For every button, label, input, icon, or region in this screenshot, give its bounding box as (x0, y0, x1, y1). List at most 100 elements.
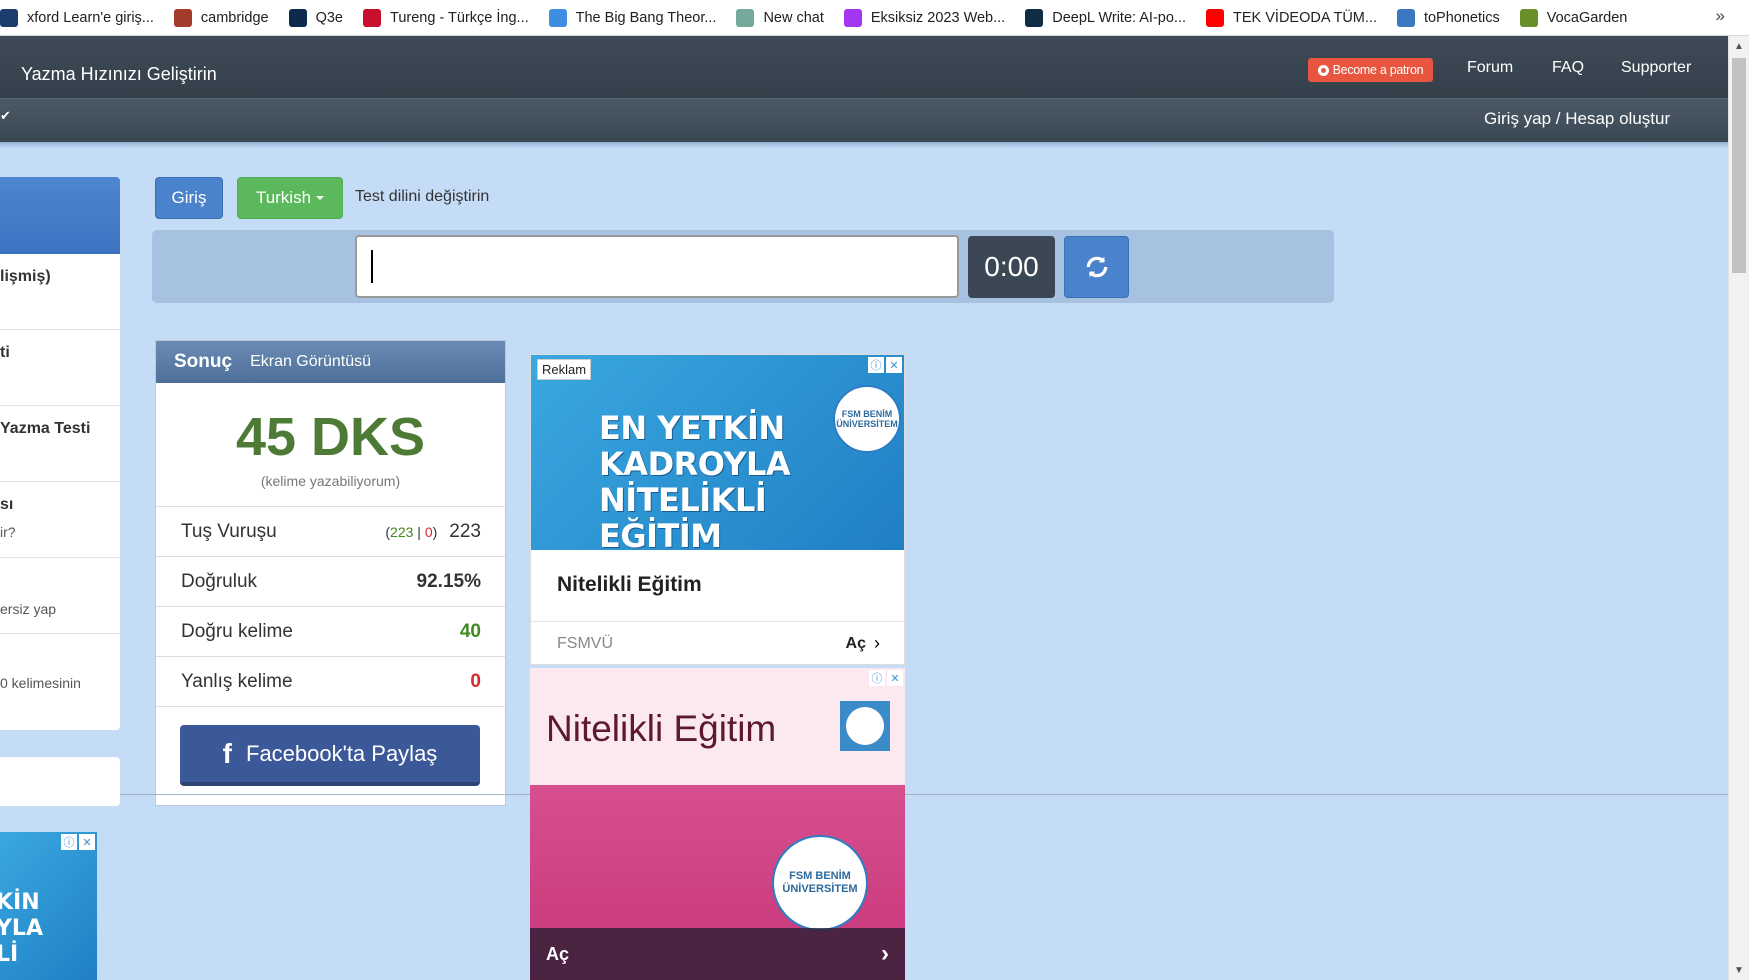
keystrokes-total: 223 (449, 520, 481, 542)
sidebar-item[interactable]: 0 kelimesinin (0, 634, 120, 710)
result-header: Sonuç Ekran Görüntüsü (156, 341, 505, 383)
restart-button[interactable] (1064, 236, 1129, 298)
university-logo-small (840, 701, 890, 751)
keystrokes-correct: 223 (390, 523, 414, 540)
keystrokes-sep: | (413, 523, 425, 540)
facebook-share-button[interactable]: f Facebook'ta Paylaş (180, 725, 480, 786)
bookmark-item[interactable]: Eksiksiz 2023 Web... (843, 8, 1006, 27)
ad-title[interactable]: Nitelikli Eğitim (546, 708, 776, 750)
scroll-up-icon[interactable]: ▲ (1734, 41, 1744, 52)
deepl-icon (1025, 8, 1044, 27)
close-icon[interactable]: ✕ (886, 357, 902, 373)
bookmark-item[interactable]: TEK VİDEODA TÜM... (1206, 8, 1377, 27)
sidebar-item[interactable]: ersiz yap (0, 558, 120, 634)
ad-footer[interactable]: FSMVÜ Aç › (531, 621, 904, 664)
ad-title[interactable]: Nitelikli Eğitim (557, 573, 702, 597)
typing-input[interactable] (355, 235, 959, 298)
wpm-value: 45 DKS (235, 407, 426, 467)
navbar-shadow (0, 142, 1728, 148)
scroll-down-icon[interactable]: ▼ (1734, 965, 1744, 976)
leaf-icon (1519, 8, 1538, 27)
bookmark-label: The Big Bang Theor... (575, 9, 717, 26)
correct-words-row: Doğru kelime 40 (156, 607, 505, 657)
correct-words-value: 40 (459, 620, 481, 642)
nav-link-supporter[interactable]: Supporter (1621, 59, 1691, 77)
sidebar-item-sub: 0 kelimesinin (0, 675, 81, 691)
nav-link-forum[interactable]: Forum (1467, 59, 1513, 77)
ad-info-icon[interactable]: ⓘ (61, 834, 77, 850)
sidebar-header (0, 177, 120, 254)
bookmark-label: DeepL Write: AI-po... (1052, 9, 1187, 26)
screenshot-tab[interactable]: Ekran Görüntüsü (250, 353, 371, 371)
sidebar-item[interactable]: Yazma Testi (0, 406, 120, 482)
wrong-words-row: Yanlış kelime 0 (156, 657, 505, 707)
ad-badge: Reklam (537, 359, 592, 380)
ad-card-3[interactable]: KİN YLA Lİ ⓘ ✕ (0, 832, 97, 980)
cambridge-shield-icon (173, 8, 192, 27)
result-panel: Sonuç Ekran Görüntüsü 45 DKS (kelime yaz… (155, 340, 506, 806)
close-icon[interactable]: ✕ (887, 670, 903, 686)
bookmarks-more-icon[interactable]: » (1716, 6, 1725, 26)
ad-card-2[interactable]: ⓘ ✕ Nitelikli Eğitim FSM BENİM ÜNİVERSİT… (530, 668, 905, 980)
wrong-words-label: Yanlış kelime (181, 670, 293, 692)
bookmark-item[interactable]: VocaGarden (1519, 8, 1628, 27)
page-scrollbar[interactable]: ▲ ▼ (1728, 36, 1749, 980)
bookmark-label: Q3e (315, 9, 344, 26)
scroll-thumb[interactable] (1732, 58, 1746, 273)
language-hint: Test dilini değiştirin (355, 188, 490, 205)
ad-info-icon[interactable]: ⓘ (869, 670, 885, 686)
bookmark-item[interactable]: xford Learn'e giriş... (0, 8, 154, 27)
chevron-right-icon: › (874, 633, 880, 653)
ad-image[interactable]: EN YETKİN KADROYLA NİTELİKLİ EĞİTİM VERİ… (531, 355, 904, 550)
accuracy-row: Doğruluk 92.15% (156, 557, 505, 607)
tureng-icon (363, 8, 382, 27)
wpm-box: 45 DKS (kelime yazabiliyorum) (156, 383, 505, 507)
bookmark-item[interactable]: Tureng - Türkçe İng... (363, 8, 529, 27)
sidebar-item-label: lişmiş) (0, 268, 51, 285)
ad-source: FSMVÜ (557, 634, 613, 652)
sidebar-secondary-box (0, 757, 120, 806)
bookmark-item[interactable]: Q3e (288, 8, 344, 27)
bookmark-label: VocaGarden (1546, 9, 1628, 26)
login-button[interactable]: Giriş (155, 177, 223, 219)
accuracy-label: Doğruluk (181, 570, 258, 592)
chevron-down-icon[interactable]: ✔ (0, 108, 11, 124)
become-patron-button[interactable]: Become a patron (1308, 58, 1433, 82)
ad-card-1[interactable]: EN YETKİN KADROYLA NİTELİKLİ EĞİTİM VERİ… (530, 354, 905, 665)
bookmark-item[interactable]: DeepL Write: AI-po... (1025, 8, 1187, 27)
login-register-link[interactable]: Giriş yap / Hesap oluştur (1484, 109, 1670, 129)
ad-action-bar[interactable]: Aç › (530, 928, 905, 980)
sidebar-item[interactable]: ti (0, 330, 120, 406)
ad-open-label: Aç (845, 634, 866, 652)
site-brand[interactable]: Yazma Hızınızı Geliştirin (21, 64, 217, 85)
timer: 0:00 (968, 236, 1055, 298)
ad-headline: EN YETKİN KADROYLA NİTELİKLİ EĞİTİM VERİ… (599, 409, 791, 550)
close-icon[interactable]: ✕ (79, 834, 95, 850)
chevron-right-icon: › (881, 940, 889, 967)
sidebar-item[interactable]: sı ir? (0, 482, 120, 558)
nav-link-faq[interactable]: FAQ (1552, 59, 1584, 77)
bookmark-item[interactable]: The Big Bang Theor... (548, 8, 717, 27)
bookmark-label: Eksiksiz 2023 Web... (870, 9, 1006, 26)
bookmark-label: xford Learn'e giriş... (27, 9, 154, 26)
tophonetics-icon (1396, 8, 1415, 27)
diamond-icon (548, 8, 567, 27)
language-dropdown[interactable]: Turkish (237, 177, 343, 219)
left-sidebar: lişmiş) ti Yazma Testi sı ir? ersiz yap … (0, 177, 120, 730)
bookmark-label: TEK VİDEODA TÜM... (1233, 9, 1377, 26)
bookmark-item[interactable]: New chat (736, 8, 824, 27)
udemy-icon (843, 8, 862, 27)
result-title[interactable]: Sonuç (174, 351, 232, 373)
q3e-icon (288, 8, 307, 27)
youtube-icon (1206, 8, 1225, 27)
oxford-icon (0, 8, 18, 27)
bookmark-item[interactable]: toPhonetics (1396, 8, 1500, 27)
sidebar-item[interactable]: lişmiş) (0, 254, 120, 330)
navbar-secondary (0, 98, 1728, 142)
ad-controls: ⓘ ✕ (866, 357, 902, 373)
bookmark-item[interactable]: cambridge (173, 8, 269, 27)
ad-open-label: Aç (546, 943, 570, 964)
wrong-words-value: 0 (470, 670, 481, 692)
ad-info-icon[interactable]: ⓘ (868, 357, 884, 373)
bookmark-label: toPhonetics (1423, 9, 1500, 26)
